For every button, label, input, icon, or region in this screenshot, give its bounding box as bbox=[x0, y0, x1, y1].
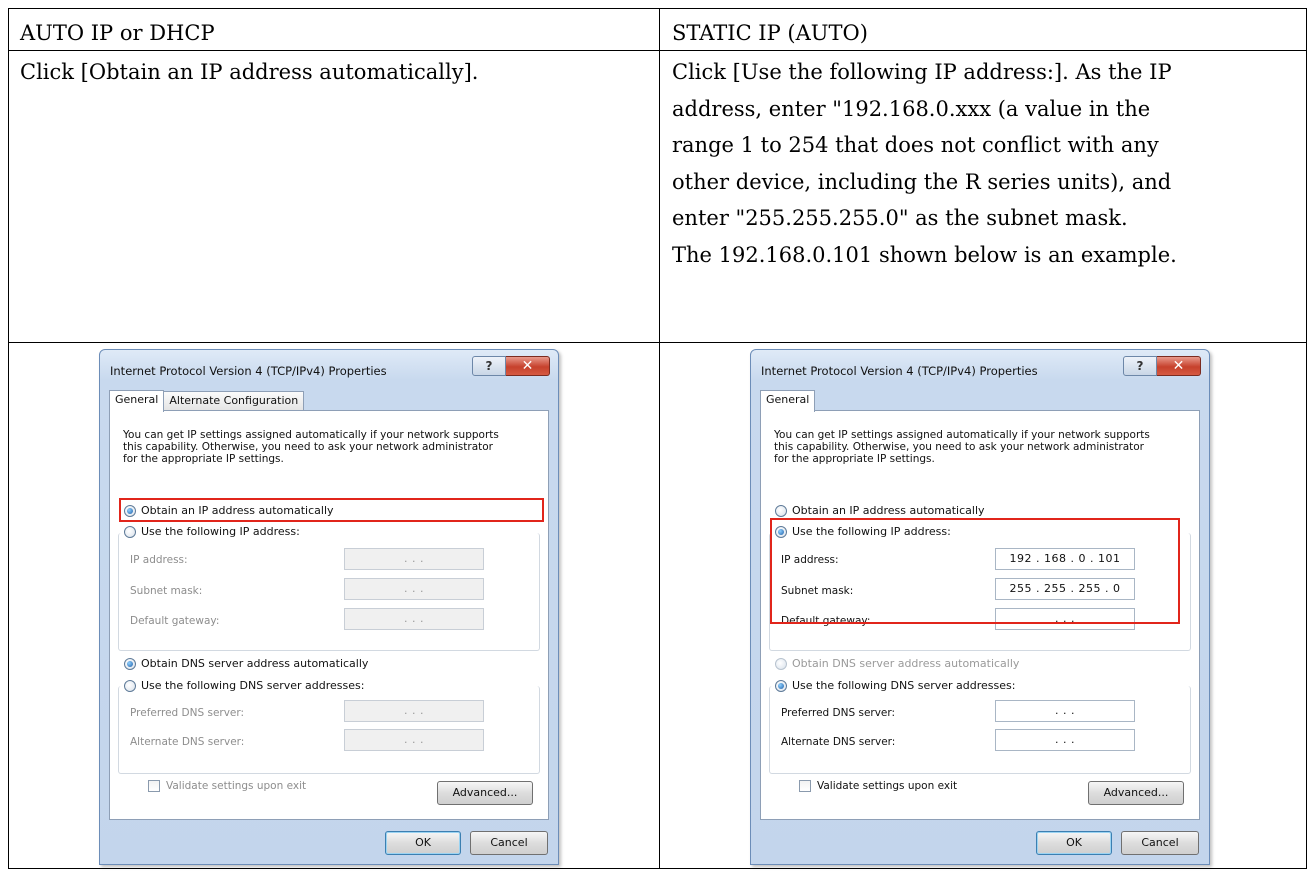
instruction-line: Click [Use the following IP address:]. A… bbox=[672, 60, 1172, 84]
radio-obtain-ip[interactable]: Obtain an IP address automatically bbox=[775, 504, 985, 517]
preferred-dns-label: Preferred DNS server: bbox=[130, 707, 245, 719]
cancel-button[interactable]: Cancel bbox=[1121, 831, 1199, 855]
table-divider bbox=[659, 9, 660, 868]
dialog-title: Internet Protocol Version 4 (TCP/IPv4) P… bbox=[110, 364, 387, 378]
ipv4-properties-dialog-static: Internet Protocol Version 4 (TCP/IPv4) P… bbox=[750, 349, 1210, 865]
tab-alternate-configuration[interactable]: Alternate Configuration bbox=[163, 391, 305, 411]
default-gateway-label: Default gateway: bbox=[130, 615, 220, 627]
radio-label: Obtain an IP address automatically bbox=[792, 504, 985, 517]
instruction-line: The 192.168.0.101 shown below is an exam… bbox=[672, 242, 1177, 267]
highlight-box bbox=[770, 518, 1180, 624]
highlight-box bbox=[119, 498, 544, 522]
default-gateway-input[interactable]: . . . bbox=[344, 608, 484, 630]
checkbox-label: Validate settings upon exit bbox=[817, 780, 958, 792]
alternate-dns-label: Alternate DNS server: bbox=[130, 736, 245, 748]
help-button[interactable]: ? bbox=[1123, 356, 1157, 376]
radio-selected-icon bbox=[124, 657, 136, 670]
general-panel: You can get IP settings assigned automat… bbox=[109, 410, 549, 820]
checkbox-icon bbox=[799, 780, 811, 792]
alternate-dns-input[interactable]: . . . bbox=[995, 729, 1135, 751]
ip-address-label: IP address: bbox=[130, 554, 188, 566]
subnet-mask-input[interactable]: . . . bbox=[344, 578, 484, 600]
close-button[interactable]: ✕ bbox=[1157, 356, 1201, 376]
cancel-button[interactable]: Cancel bbox=[470, 831, 548, 855]
tab-bar: General bbox=[760, 389, 816, 412]
radio-label: Obtain DNS server address automatically bbox=[792, 657, 1020, 670]
window-controls: ? ✕ bbox=[472, 356, 550, 376]
intro-text: You can get IP settings assigned automat… bbox=[774, 429, 1150, 465]
close-button[interactable]: ✕ bbox=[506, 356, 550, 376]
radio-obtain-dns[interactable]: Obtain DNS server address automatically bbox=[124, 657, 368, 670]
ok-button[interactable]: OK bbox=[385, 831, 461, 855]
ip-address-input[interactable]: . . . bbox=[344, 548, 484, 570]
general-panel: You can get IP settings assigned automat… bbox=[760, 410, 1200, 820]
alternate-dns-label: Alternate DNS server: bbox=[781, 736, 896, 748]
instruction-line: enter "255.255.255.0" as the subnet mask… bbox=[672, 206, 1128, 230]
preferred-dns-input[interactable]: . . . bbox=[344, 700, 484, 722]
preferred-dns-input[interactable]: . . . bbox=[995, 700, 1135, 722]
alternate-dns-input[interactable]: . . . bbox=[344, 729, 484, 751]
subnet-mask-label: Subnet mask: bbox=[130, 585, 203, 597]
header-static-ip: STATIC IP (AUTO) bbox=[672, 21, 868, 45]
instruction-line: other device, including the R series uni… bbox=[672, 169, 1172, 194]
validate-checkbox[interactable]: Validate settings upon exit bbox=[799, 780, 957, 792]
header-auto-ip: AUTO IP or DHCP bbox=[20, 21, 215, 45]
tab-general[interactable]: General bbox=[760, 390, 816, 412]
ok-button[interactable]: OK bbox=[1036, 831, 1112, 855]
tab-general[interactable]: General bbox=[109, 390, 165, 412]
ipv4-properties-dialog-auto: Internet Protocol Version 4 (TCP/IPv4) P… bbox=[99, 349, 559, 865]
instruction-static-ip: Click [Use the following IP address:]. A… bbox=[672, 54, 1177, 273]
instruction-line: address, enter "192.168.0.xxx (a value i… bbox=[672, 96, 1151, 121]
advanced-button[interactable]: Advanced... bbox=[437, 781, 533, 805]
checkbox-icon bbox=[148, 780, 160, 792]
help-button[interactable]: ? bbox=[472, 356, 506, 376]
preferred-dns-label: Preferred DNS server: bbox=[781, 707, 896, 719]
instruction-line: range 1 to 254 that does not conflict wi… bbox=[672, 133, 1159, 157]
window-controls: ? ✕ bbox=[1123, 356, 1201, 376]
radio-unselected-icon bbox=[775, 504, 787, 517]
intro-text: You can get IP settings assigned automat… bbox=[123, 429, 499, 465]
tab-bar: General Alternate Configuration bbox=[109, 389, 305, 412]
checkbox-label: Validate settings upon exit bbox=[166, 780, 307, 792]
radio-obtain-dns[interactable]: Obtain DNS server address automatically bbox=[775, 657, 1019, 670]
advanced-button[interactable]: Advanced... bbox=[1088, 781, 1184, 805]
table-divider bbox=[9, 342, 1306, 343]
instruction-auto-ip: Click [Obtain an IP address automaticall… bbox=[20, 60, 479, 84]
dialog-title: Internet Protocol Version 4 (TCP/IPv4) P… bbox=[761, 364, 1038, 378]
radio-label: Obtain DNS server address automatically bbox=[141, 657, 369, 670]
validate-checkbox[interactable]: Validate settings upon exit bbox=[148, 780, 306, 792]
radio-unselected-icon bbox=[775, 657, 787, 670]
